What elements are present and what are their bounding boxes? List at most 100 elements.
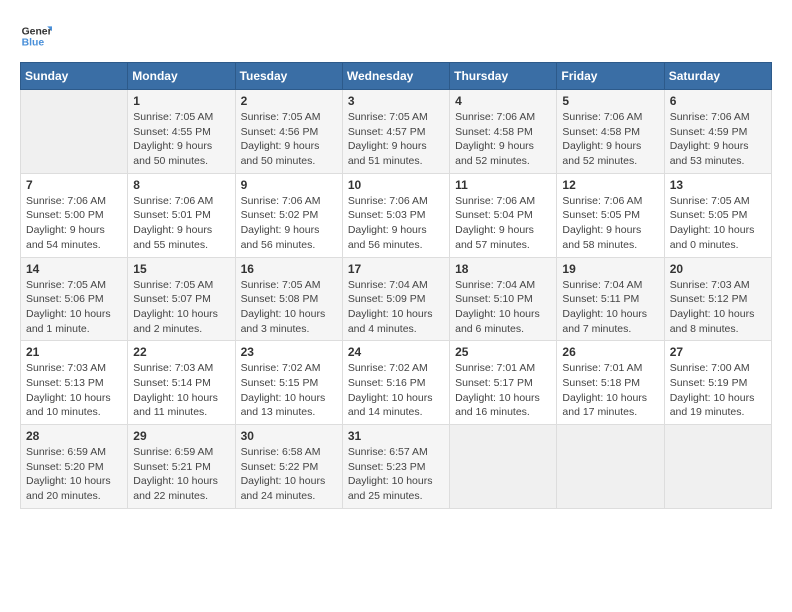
- day-info: Sunrise: 7:01 AMSunset: 5:18 PMDaylight:…: [562, 362, 647, 418]
- day-number: 10: [348, 178, 444, 192]
- calendar-day-cell: 6 Sunrise: 7:06 AMSunset: 4:59 PMDayligh…: [664, 90, 771, 174]
- calendar-day-cell: 27 Sunrise: 7:00 AMSunset: 5:19 PMDaylig…: [664, 341, 771, 425]
- day-info: Sunrise: 7:04 AMSunset: 5:11 PMDaylight:…: [562, 279, 647, 335]
- calendar-day-cell: 29 Sunrise: 6:59 AMSunset: 5:21 PMDaylig…: [128, 425, 235, 509]
- calendar-day-cell: 2 Sunrise: 7:05 AMSunset: 4:56 PMDayligh…: [235, 90, 342, 174]
- weekday-header: Tuesday: [235, 63, 342, 90]
- day-info: Sunrise: 7:05 AMSunset: 4:57 PMDaylight:…: [348, 111, 428, 167]
- calendar-day-cell: 21 Sunrise: 7:03 AMSunset: 5:13 PMDaylig…: [21, 341, 128, 425]
- svg-text:General: General: [22, 26, 52, 37]
- calendar-week-row: 28 Sunrise: 6:59 AMSunset: 5:20 PMDaylig…: [21, 425, 772, 509]
- calendar-day-cell: 3 Sunrise: 7:05 AMSunset: 4:57 PMDayligh…: [342, 90, 449, 174]
- day-number: 9: [241, 178, 337, 192]
- day-number: 8: [133, 178, 229, 192]
- day-info: Sunrise: 7:04 AMSunset: 5:09 PMDaylight:…: [348, 279, 433, 335]
- day-number: 21: [26, 345, 122, 359]
- weekday-header: Friday: [557, 63, 664, 90]
- day-info: Sunrise: 7:05 AMSunset: 5:06 PMDaylight:…: [26, 279, 111, 335]
- day-info: Sunrise: 7:05 AMSunset: 5:08 PMDaylight:…: [241, 279, 326, 335]
- day-info: Sunrise: 7:02 AMSunset: 5:15 PMDaylight:…: [241, 362, 326, 418]
- calendar-day-cell: 11 Sunrise: 7:06 AMSunset: 5:04 PMDaylig…: [450, 173, 557, 257]
- day-number: 14: [26, 262, 122, 276]
- day-number: 7: [26, 178, 122, 192]
- day-number: 27: [670, 345, 766, 359]
- day-number: 28: [26, 429, 122, 443]
- calendar-day-cell: [21, 90, 128, 174]
- page-header: General Blue: [20, 20, 772, 52]
- day-number: 12: [562, 178, 658, 192]
- calendar-day-cell: 19 Sunrise: 7:04 AMSunset: 5:11 PMDaylig…: [557, 257, 664, 341]
- calendar-day-cell: 20 Sunrise: 7:03 AMSunset: 5:12 PMDaylig…: [664, 257, 771, 341]
- calendar-week-row: 7 Sunrise: 7:06 AMSunset: 5:00 PMDayligh…: [21, 173, 772, 257]
- day-number: 13: [670, 178, 766, 192]
- day-info: Sunrise: 6:59 AMSunset: 5:20 PMDaylight:…: [26, 446, 111, 502]
- day-info: Sunrise: 7:03 AMSunset: 5:12 PMDaylight:…: [670, 279, 755, 335]
- day-number: 1: [133, 94, 229, 108]
- day-number: 18: [455, 262, 551, 276]
- calendar-day-cell: 18 Sunrise: 7:04 AMSunset: 5:10 PMDaylig…: [450, 257, 557, 341]
- logo-icon: General Blue: [20, 20, 52, 52]
- weekday-header: Saturday: [664, 63, 771, 90]
- day-info: Sunrise: 7:06 AMSunset: 5:00 PMDaylight:…: [26, 195, 106, 251]
- calendar-day-cell: 5 Sunrise: 7:06 AMSunset: 4:58 PMDayligh…: [557, 90, 664, 174]
- day-number: 30: [241, 429, 337, 443]
- calendar-day-cell: 25 Sunrise: 7:01 AMSunset: 5:17 PMDaylig…: [450, 341, 557, 425]
- calendar-day-cell: 17 Sunrise: 7:04 AMSunset: 5:09 PMDaylig…: [342, 257, 449, 341]
- day-info: Sunrise: 7:06 AMSunset: 5:02 PMDaylight:…: [241, 195, 321, 251]
- calendar-day-cell: 12 Sunrise: 7:06 AMSunset: 5:05 PMDaylig…: [557, 173, 664, 257]
- day-info: Sunrise: 7:01 AMSunset: 5:17 PMDaylight:…: [455, 362, 540, 418]
- day-number: 4: [455, 94, 551, 108]
- day-info: Sunrise: 6:58 AMSunset: 5:22 PMDaylight:…: [241, 446, 326, 502]
- svg-text:Blue: Blue: [22, 38, 45, 49]
- day-info: Sunrise: 7:06 AMSunset: 4:59 PMDaylight:…: [670, 111, 750, 167]
- day-number: 31: [348, 429, 444, 443]
- day-info: Sunrise: 6:59 AMSunset: 5:21 PMDaylight:…: [133, 446, 218, 502]
- day-number: 3: [348, 94, 444, 108]
- day-info: Sunrise: 6:57 AMSunset: 5:23 PMDaylight:…: [348, 446, 433, 502]
- calendar-day-cell: [664, 425, 771, 509]
- calendar-day-cell: 8 Sunrise: 7:06 AMSunset: 5:01 PMDayligh…: [128, 173, 235, 257]
- weekday-header: Thursday: [450, 63, 557, 90]
- day-info: Sunrise: 7:06 AMSunset: 5:03 PMDaylight:…: [348, 195, 428, 251]
- day-number: 15: [133, 262, 229, 276]
- day-info: Sunrise: 7:06 AMSunset: 4:58 PMDaylight:…: [455, 111, 535, 167]
- logo: General Blue: [20, 20, 52, 52]
- day-number: 5: [562, 94, 658, 108]
- calendar-day-cell: 24 Sunrise: 7:02 AMSunset: 5:16 PMDaylig…: [342, 341, 449, 425]
- day-number: 23: [241, 345, 337, 359]
- calendar-day-cell: [450, 425, 557, 509]
- weekday-header-row: SundayMondayTuesdayWednesdayThursdayFrid…: [21, 63, 772, 90]
- calendar-week-row: 21 Sunrise: 7:03 AMSunset: 5:13 PMDaylig…: [21, 341, 772, 425]
- calendar-day-cell: 31 Sunrise: 6:57 AMSunset: 5:23 PMDaylig…: [342, 425, 449, 509]
- calendar-day-cell: 30 Sunrise: 6:58 AMSunset: 5:22 PMDaylig…: [235, 425, 342, 509]
- day-info: Sunrise: 7:04 AMSunset: 5:10 PMDaylight:…: [455, 279, 540, 335]
- calendar-day-cell: 14 Sunrise: 7:05 AMSunset: 5:06 PMDaylig…: [21, 257, 128, 341]
- day-number: 2: [241, 94, 337, 108]
- day-info: Sunrise: 7:05 AMSunset: 5:07 PMDaylight:…: [133, 279, 218, 335]
- day-info: Sunrise: 7:06 AMSunset: 5:05 PMDaylight:…: [562, 195, 642, 251]
- calendar-day-cell: 13 Sunrise: 7:05 AMSunset: 5:05 PMDaylig…: [664, 173, 771, 257]
- day-number: 6: [670, 94, 766, 108]
- calendar-day-cell: 26 Sunrise: 7:01 AMSunset: 5:18 PMDaylig…: [557, 341, 664, 425]
- weekday-header: Sunday: [21, 63, 128, 90]
- day-number: 17: [348, 262, 444, 276]
- day-info: Sunrise: 7:03 AMSunset: 5:13 PMDaylight:…: [26, 362, 111, 418]
- day-info: Sunrise: 7:00 AMSunset: 5:19 PMDaylight:…: [670, 362, 755, 418]
- calendar-day-cell: 15 Sunrise: 7:05 AMSunset: 5:07 PMDaylig…: [128, 257, 235, 341]
- day-number: 19: [562, 262, 658, 276]
- calendar-day-cell: 22 Sunrise: 7:03 AMSunset: 5:14 PMDaylig…: [128, 341, 235, 425]
- day-number: 26: [562, 345, 658, 359]
- calendar-day-cell: 9 Sunrise: 7:06 AMSunset: 5:02 PMDayligh…: [235, 173, 342, 257]
- weekday-header: Wednesday: [342, 63, 449, 90]
- day-number: 20: [670, 262, 766, 276]
- day-number: 11: [455, 178, 551, 192]
- day-info: Sunrise: 7:06 AMSunset: 5:01 PMDaylight:…: [133, 195, 213, 251]
- day-info: Sunrise: 7:03 AMSunset: 5:14 PMDaylight:…: [133, 362, 218, 418]
- day-number: 25: [455, 345, 551, 359]
- calendar-table: SundayMondayTuesdayWednesdayThursdayFrid…: [20, 62, 772, 509]
- day-info: Sunrise: 7:02 AMSunset: 5:16 PMDaylight:…: [348, 362, 433, 418]
- calendar-week-row: 1 Sunrise: 7:05 AMSunset: 4:55 PMDayligh…: [21, 90, 772, 174]
- calendar-day-cell: 16 Sunrise: 7:05 AMSunset: 5:08 PMDaylig…: [235, 257, 342, 341]
- day-number: 29: [133, 429, 229, 443]
- day-info: Sunrise: 7:06 AMSunset: 4:58 PMDaylight:…: [562, 111, 642, 167]
